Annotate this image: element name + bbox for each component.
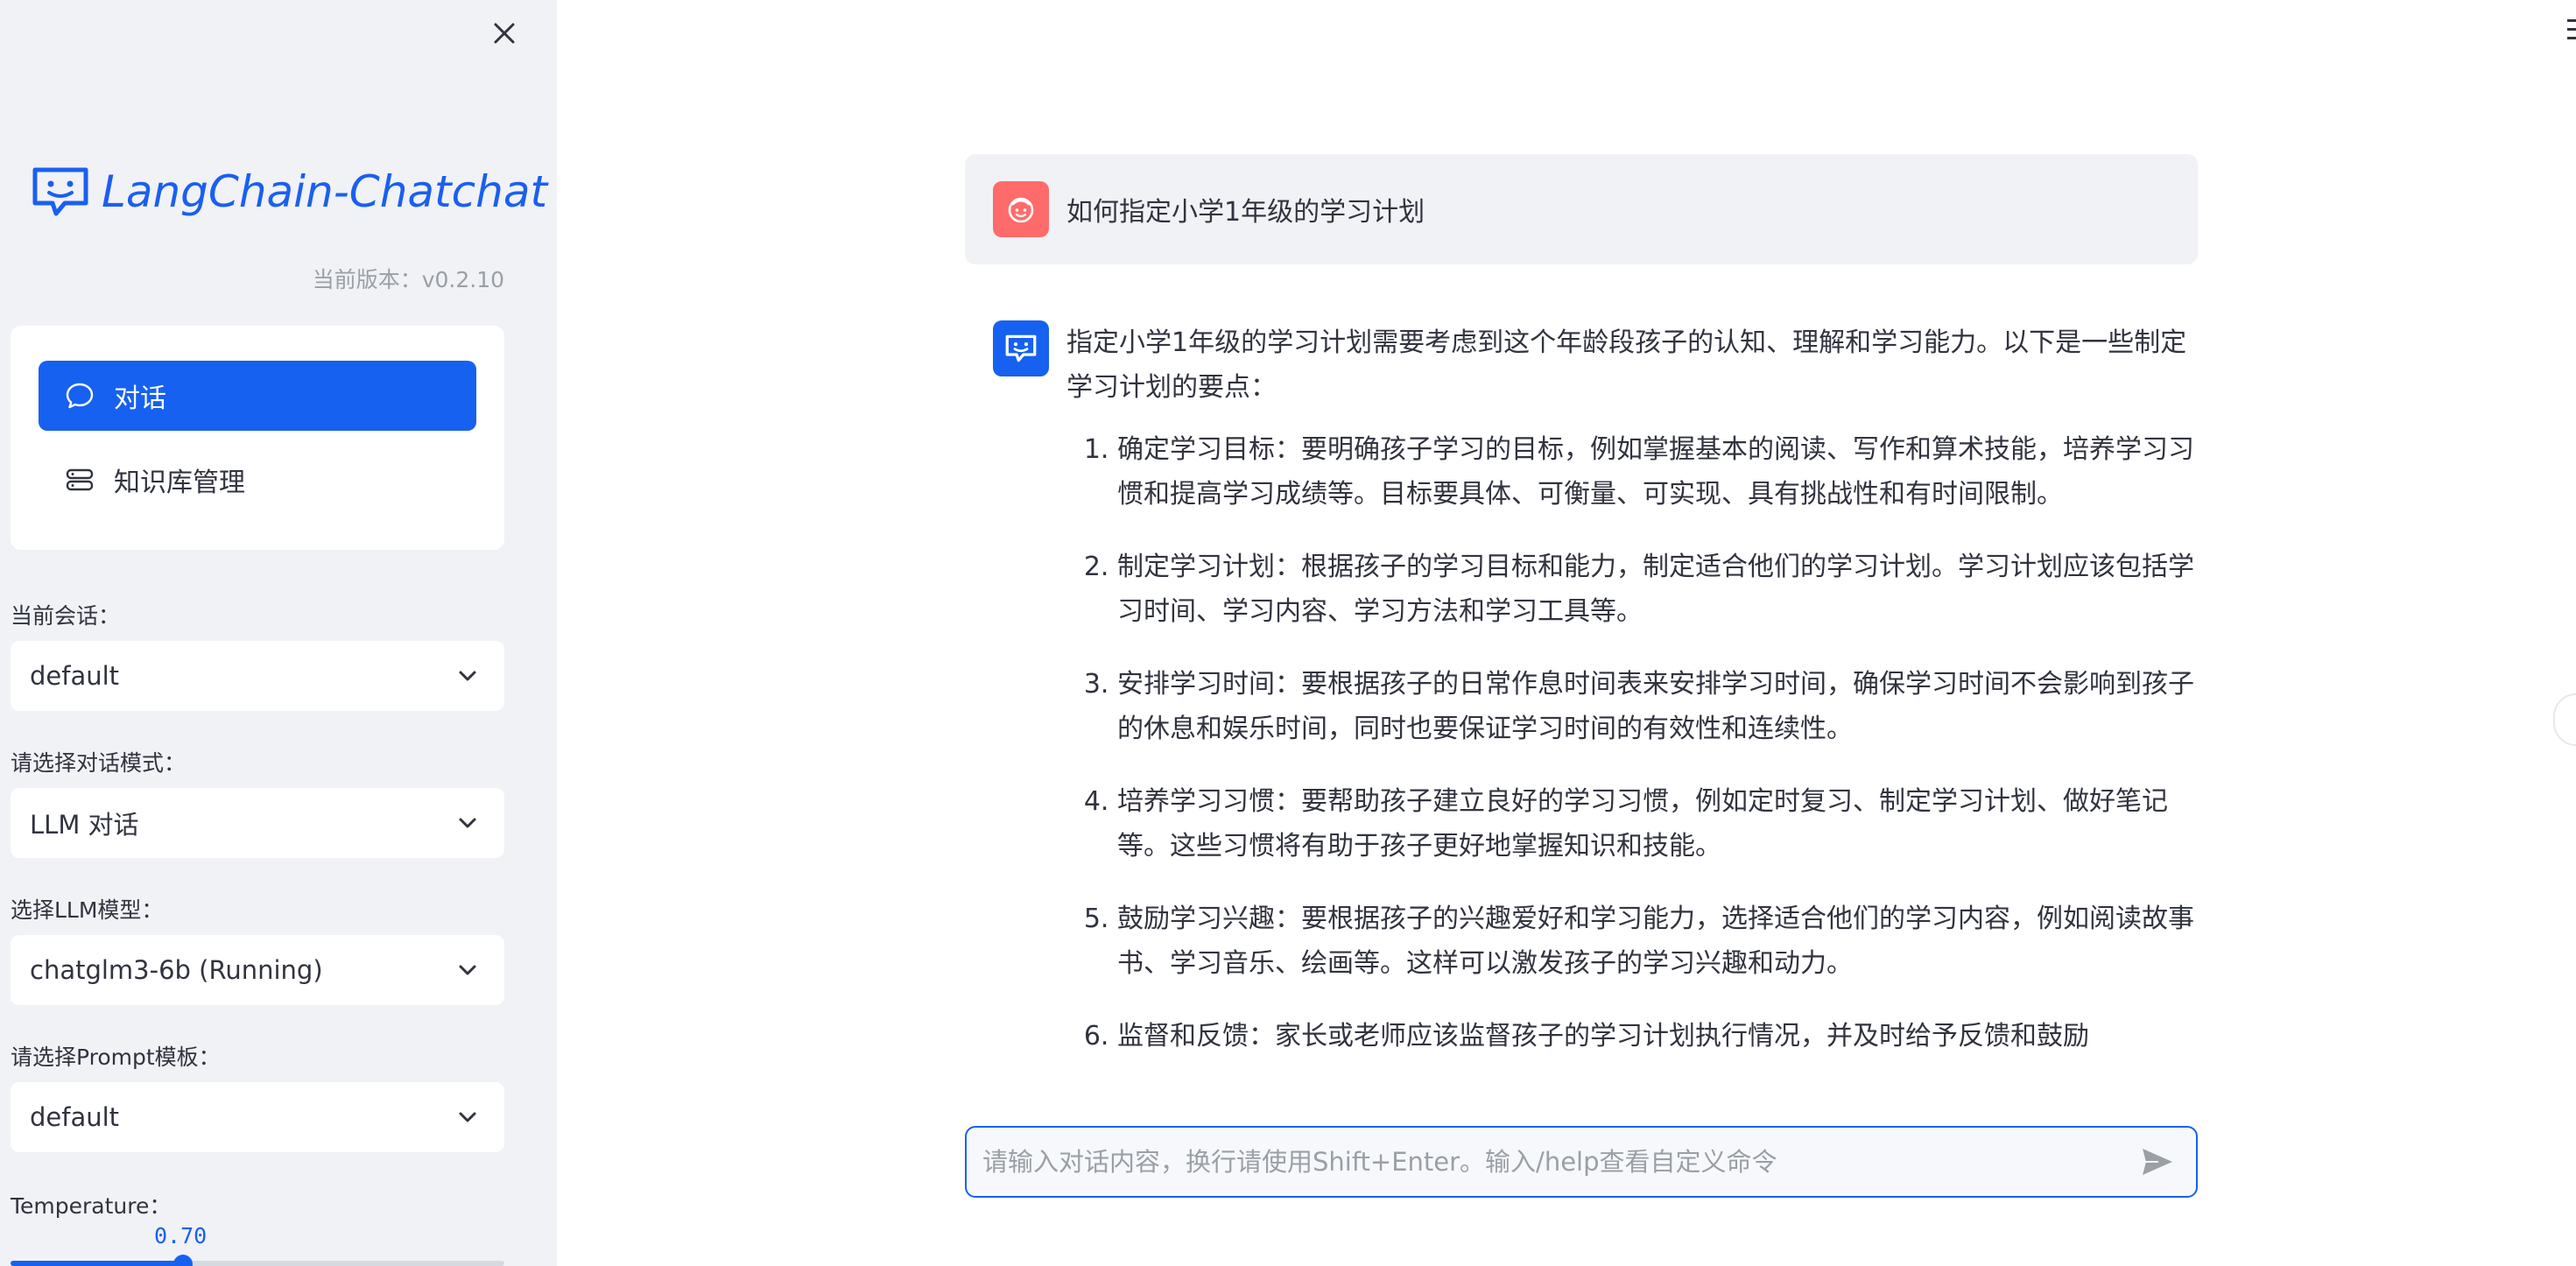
- database-icon: [66, 468, 94, 491]
- chevron-down-icon: [459, 1112, 476, 1122]
- nav-menu: 对话 知识库管理: [11, 326, 504, 550]
- session-select[interactable]: default: [11, 641, 504, 711]
- assistant-message: 指定小学1年级的学习计划需要考虑到这个年龄段孩子的认知、理解和学习能力。以下是一…: [993, 320, 2198, 1087]
- user-message: 如何指定小学1年级的学习计划: [965, 154, 2198, 264]
- smiley-icon: [1008, 197, 1034, 223]
- nav-item-knowledge-base[interactable]: 知识库管理: [39, 445, 476, 515]
- model-select[interactable]: chatglm3-6b (Running): [11, 935, 504, 1005]
- main-panel: 如何指定小学1年级的学习计划 指定小学1年级的学习计划需要考虑到这个年龄段孩子的…: [557, 0, 2576, 1266]
- user-message-text: 如何指定小学1年级的学习计划: [1066, 197, 1425, 228]
- brand-name: LangChain-Chatchat: [102, 166, 548, 217]
- temperature-label: Temperature：: [11, 1193, 172, 1219]
- user-avatar: [993, 181, 1049, 237]
- chevron-down-icon: [459, 965, 476, 975]
- sidebar: LangChain-Chatchat 当前版本：v0.2.10 对话 知识库管理…: [0, 0, 557, 1266]
- list-item: 鼓励学习兴趣：要根据孩子的兴趣爱好和学习能力，选择适合他们的学习内容，例如阅读故…: [1117, 897, 2196, 986]
- list-item: 监督和反馈：家长或老师应该监督孩子的学习计划执行情况，并及时给予反馈和鼓励: [1117, 1014, 2196, 1059]
- chat-logo-icon: [32, 167, 88, 216]
- mode-label: 请选择对话模式：: [11, 750, 187, 776]
- nav-item-chat[interactable]: 对话: [39, 361, 476, 431]
- bot-logo-icon: [1005, 334, 1037, 362]
- session-value: default: [30, 661, 120, 691]
- list-item: 制定学习计划：根据孩子的学习目标和能力，制定适合他们的学习计划。学习计划应该包括…: [1117, 545, 2196, 634]
- list-item: 培养学习习惯：要帮助孩子建立良好的学习习惯，例如定时复习、制定学习计划、做好笔记…: [1117, 779, 2196, 869]
- main-menu-button[interactable]: [2560, 12, 2576, 47]
- model-label: 选择LLM模型：: [11, 897, 164, 923]
- nav-item-label: 知识库管理: [114, 468, 245, 498]
- temperature-slider-thumb[interactable]: [173, 1255, 194, 1266]
- temperature-value: 0.70: [154, 1223, 208, 1248]
- temperature-slider[interactable]: [11, 1255, 504, 1266]
- close-icon: [494, 23, 515, 44]
- prompt-value: default: [30, 1102, 120, 1132]
- chevron-down-icon: [459, 671, 476, 681]
- send-button[interactable]: [2136, 1141, 2178, 1183]
- assistant-avatar: [993, 320, 1049, 376]
- mode-select[interactable]: LLM 对话: [11, 788, 504, 858]
- assistant-intro: 指定小学1年级的学习计划需要考虑到这个年龄段孩子的认知、理解和学习能力。以下是一…: [1066, 327, 2187, 403]
- mode-value: LLM 对话: [30, 810, 139, 840]
- assistant-message-content: 指定小学1年级的学习计划需要考虑到这个年龄段孩子的认知、理解和学习能力。以下是一…: [1066, 320, 2196, 1087]
- session-label: 当前会话：: [11, 603, 121, 629]
- assistant-points-list: 确定学习目标：要明确孩子学习的目标，例如掌握基本的阅读、写作和算术技能，培养学习…: [1066, 427, 2196, 1059]
- temperature-slider-fill: [11, 1261, 184, 1266]
- menu-icon: [2567, 19, 2576, 39]
- chevron-down-icon: [459, 818, 476, 828]
- prompt-select[interactable]: default: [11, 1082, 504, 1152]
- send-icon: [2143, 1149, 2172, 1175]
- chat-bubble-icon: [66, 383, 94, 409]
- list-item: 安排学习时间：要根据孩子的日常作息时间表来安排学习时间，确保学习时间不会影响到孩…: [1117, 662, 2196, 751]
- close-sidebar-button[interactable]: [487, 16, 522, 51]
- chat-input-box: [965, 1126, 2198, 1198]
- prompt-label: 请选择Prompt模板：: [11, 1044, 221, 1070]
- brand-logo: LangChain-Chatchat: [30, 165, 547, 219]
- side-panel-handle[interactable]: [2553, 693, 2576, 746]
- list-item: 确定学习目标：要明确孩子学习的目标，例如掌握基本的阅读、写作和算术技能，培养学习…: [1117, 427, 2196, 517]
- chat-history: 如何指定小学1年级的学习计划 指定小学1年级的学习计划需要考虑到这个年龄段孩子的…: [965, 154, 2198, 1096]
- model-value: chatglm3-6b (Running): [30, 955, 323, 985]
- version-label: 当前版本：v0.2.10: [312, 267, 504, 292]
- nav-item-label: 对话: [114, 383, 166, 414]
- chat-input[interactable]: [981, 1146, 2136, 1178]
